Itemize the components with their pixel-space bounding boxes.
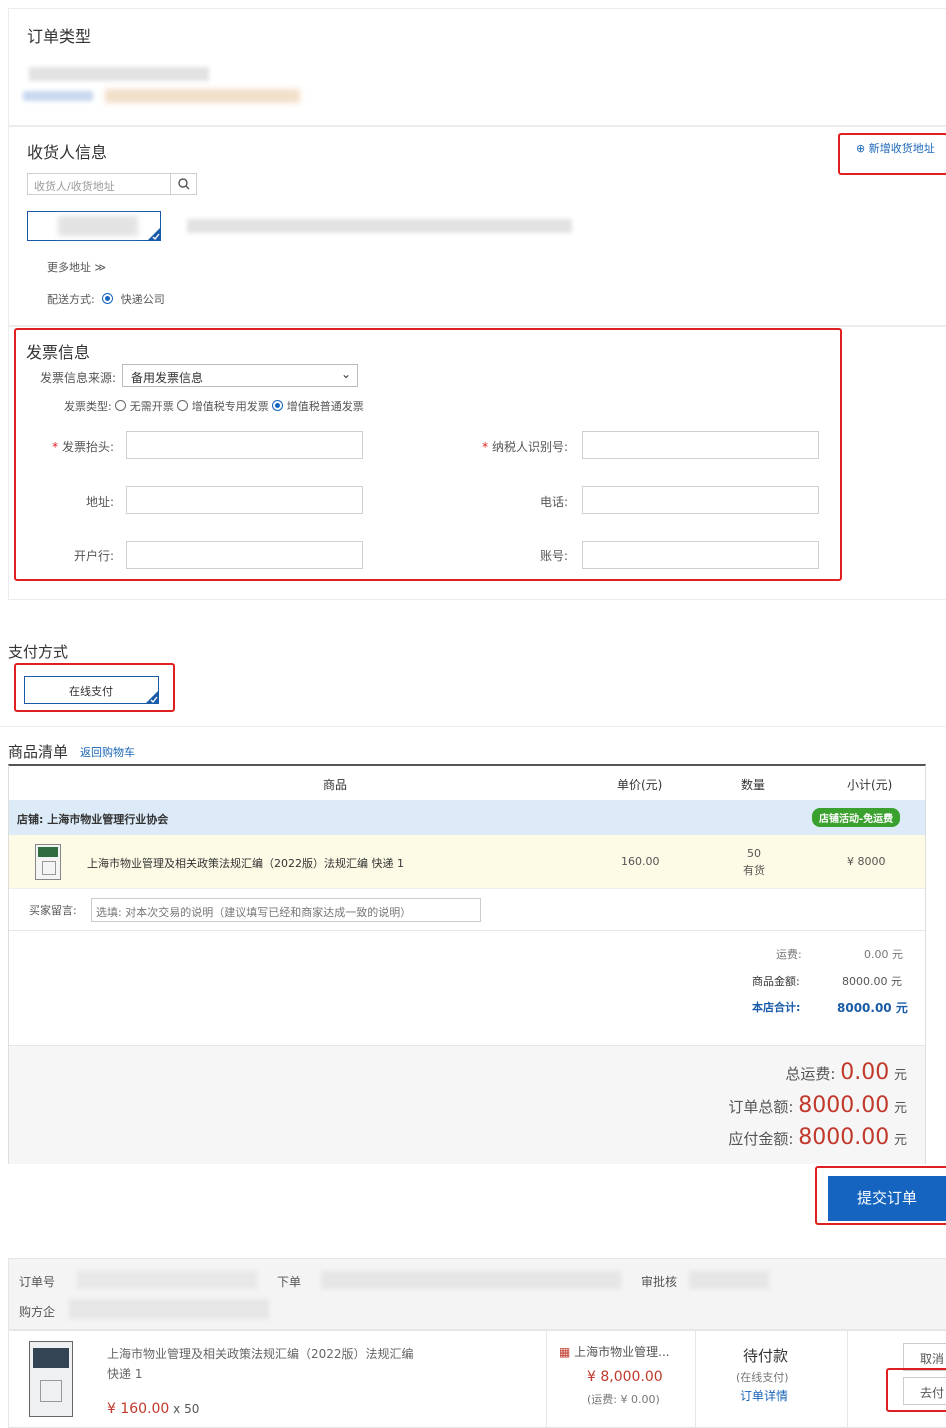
goods-table: 商品 单价(元) 数量 小计(元) 店铺: 上海市物业管理行业协会 店铺活动-免…	[8, 764, 926, 1164]
order-type-title: 订单类型	[27, 27, 92, 46]
highlight-add-address	[838, 133, 946, 175]
order-list-row: 上海市物业管理及相关政策法规汇编（2022版）法规汇编 快递 1 ¥ 160.0…	[8, 1330, 946, 1428]
buyer-msg-input[interactable]: 选填: 对本次交易的说明（建议填写已经和商家达成一致的说明）	[91, 898, 481, 922]
cancel-button[interactable]: 取消	[903, 1343, 946, 1371]
approver-label: 审批核	[641, 1275, 678, 1289]
buyer-msg-label: 买家留言:	[29, 904, 77, 917]
goods-amount-value: 8000.00 元	[842, 975, 902, 988]
store-link[interactable]: ▦ 上海市物业管理...	[559, 1343, 670, 1360]
total-shipping-label: 总运费:	[785, 1065, 836, 1083]
search-field[interactable]: 收货人/收货地址	[27, 173, 197, 195]
payable-label: 应付金额:	[728, 1130, 794, 1148]
store-name: 店铺: 上海市物业管理行业协会	[17, 813, 169, 826]
item-subtotal: ¥ 8000	[847, 855, 886, 868]
col-price: 单价(元)	[617, 778, 663, 792]
col-goods: 商品	[323, 778, 348, 792]
book-thumbnail[interactable]	[35, 844, 61, 880]
order-detail-link[interactable]: 订单详情	[740, 1387, 788, 1404]
store-totals: 运费: 0.00 元 商品金额: 8000.00 元 本店合计: 8000.00…	[9, 931, 925, 1046]
divider	[546, 1331, 547, 1427]
shipping-label: 运费:	[776, 948, 802, 961]
buyer-msg-row: 买家留言: 选填: 对本次交易的说明（建议填写已经和商家达成一致的说明）	[9, 889, 925, 931]
item-stock: 有货	[743, 864, 765, 877]
highlight-pay	[886, 1368, 946, 1412]
more-address-label: 更多地址	[47, 261, 91, 274]
order-time-label: 下单	[277, 1275, 302, 1289]
goods-title: 商品清单	[8, 743, 69, 761]
grand-totals: 总运费: 0.00 元 订单总额: 8000.00 元 应付金额: 8000.0…	[9, 1046, 925, 1164]
store-row: 店铺: 上海市物业管理行业协会 店铺活动-免运费	[9, 800, 925, 835]
search-input[interactable]: 收货人/收货地址	[34, 178, 115, 194]
col-subtotal: 小计(元)	[847, 778, 893, 792]
highlight-submit	[815, 1166, 946, 1225]
col-qty: 数量	[741, 778, 766, 792]
buyer-label: 购方企	[19, 1305, 56, 1319]
chevron-down-icon: ≫	[94, 261, 107, 274]
promo-badge: 店铺活动-免运费	[812, 808, 901, 827]
store-icon: ▦	[559, 1345, 571, 1359]
more-address-link[interactable]: 更多地址 ≫	[47, 259, 106, 275]
order-type-selected-option[interactable]	[23, 91, 93, 101]
goods-table-header: 商品 单价(元) 数量 小计(元)	[9, 766, 925, 800]
order-type-panel: 订单类型	[8, 8, 946, 126]
item-qty: 50	[747, 847, 761, 860]
highlight-invoice	[14, 328, 842, 581]
delivery-row: 配送方式: 快递公司	[47, 291, 165, 307]
divider	[0, 726, 946, 727]
unit: 元	[893, 1133, 907, 1148]
store-total-label: 本店合计:	[752, 1001, 801, 1014]
address-blurred	[187, 219, 572, 233]
payment-title: 支付方式	[8, 643, 69, 661]
divider	[695, 1331, 696, 1427]
selected-check-icon	[147, 227, 161, 241]
item-price: 160.00	[621, 855, 660, 868]
highlight-payment	[14, 663, 175, 712]
goods-amount-label: 商品金额:	[752, 975, 800, 988]
order-item-price: ¥ 160.00	[107, 1401, 170, 1417]
order-book-thumbnail[interactable]	[29, 1341, 73, 1417]
search-icon[interactable]	[170, 174, 197, 194]
order-total-label: 订单总额:	[728, 1098, 794, 1116]
order-shipping: (运费: ¥ 0.00)	[587, 1393, 660, 1406]
consignee-title: 收货人信息	[27, 143, 108, 162]
unit: 元	[893, 1068, 907, 1083]
order-list-header: 订单号 下单 审批核 购方企	[8, 1258, 946, 1330]
order-amount: ¥ 8,000.00	[587, 1369, 663, 1385]
order-status: 待付款	[743, 1347, 789, 1365]
divider	[847, 1331, 848, 1427]
order-item-name[interactable]: 上海市物业管理及相关政策法规汇编（2022版）法规汇编	[107, 1345, 414, 1362]
item-row: 上海市物业管理及相关政策法规汇编（2022版）法规汇编 快递 1 160.00 …	[9, 835, 925, 889]
order-no-label: 订单号	[19, 1275, 56, 1289]
order-pay-mode: (在线支付)	[736, 1371, 789, 1384]
store-total-value: 8000.00 元	[837, 1001, 908, 1015]
address-card[interactable]	[27, 211, 161, 241]
unit: 元	[893, 1101, 907, 1116]
total-shipping-value: 0.00	[840, 1060, 890, 1085]
order-total-value: 8000.00	[798, 1093, 890, 1118]
delivery-label: 配送方式:	[47, 293, 95, 306]
order-type-blurred	[29, 67, 209, 81]
shipping-value: 0.00 元	[864, 948, 903, 961]
consignee-panel: 收货人信息 收货人/收货地址 更多地址 ≫ 配送方式: 快递公司	[8, 126, 946, 326]
order-item-qty: x 50	[173, 1402, 200, 1416]
back-to-cart-link[interactable]: 返回购物车	[80, 744, 135, 760]
item-name[interactable]: 上海市物业管理及相关政策法规汇编（2022版）法规汇编 快递 1	[87, 855, 404, 871]
order-type-blurred-2	[105, 89, 300, 103]
payable-value: 8000.00	[798, 1125, 890, 1150]
delivery-radio[interactable]	[102, 293, 114, 304]
order-item-ship: 快递 1	[107, 1367, 143, 1381]
delivery-option: 快递公司	[120, 293, 165, 306]
order-store-name: 上海市物业管理...	[574, 1345, 670, 1359]
